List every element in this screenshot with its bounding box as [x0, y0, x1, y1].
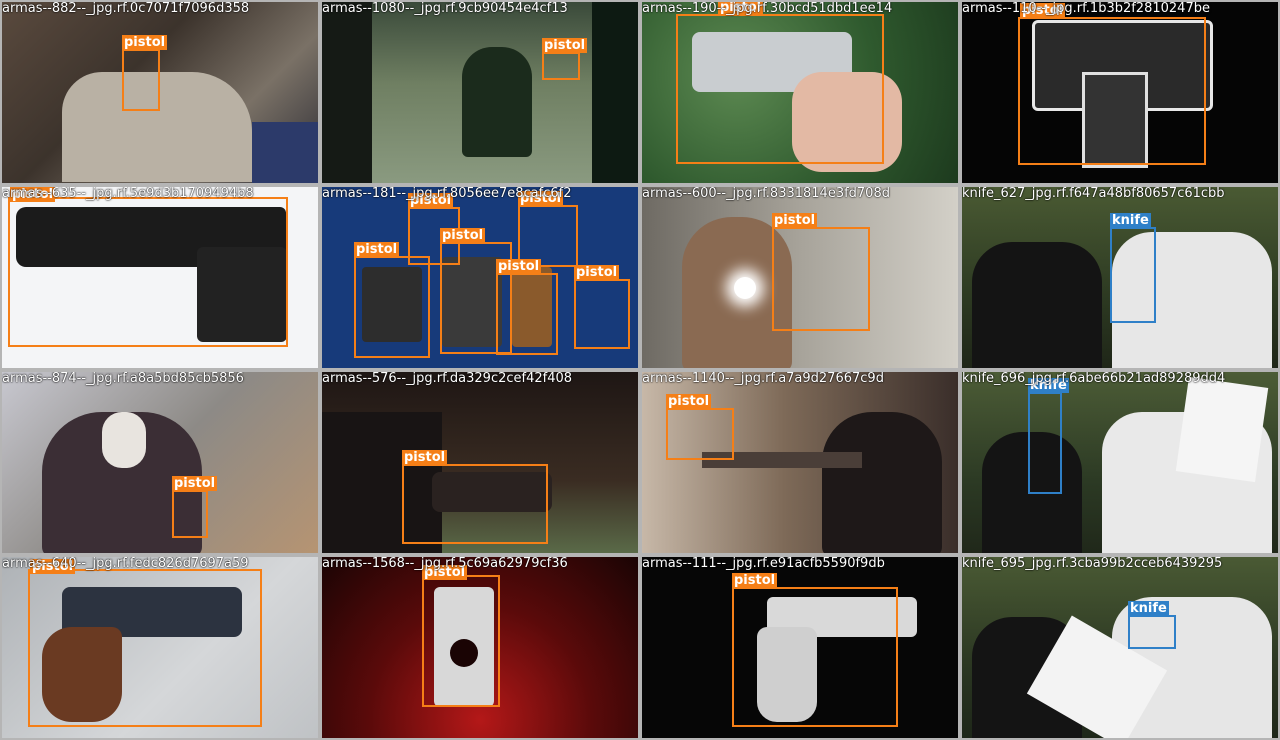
- image-tile[interactable]: pistol armas--882--_jpg.rf.0c7071f7096d3…: [0, 0, 320, 185]
- image-tile[interactable]: pistol armas--1140--_jpg.rf.a7a9d27667c9…: [640, 370, 960, 555]
- filename-caption: armas--110--_jpg.rf.1b3b2f2810247be: [962, 1, 1210, 16]
- detection-label: pistol: [772, 213, 818, 228]
- image-tile[interactable]: knife knife_695_jpg.rf.3cba99b2cceb64392…: [960, 555, 1280, 740]
- photo-detail: [252, 122, 318, 183]
- filename-caption: armas--635--_jpg.rf.5e9d3b1709494b8: [2, 186, 254, 201]
- detection-label: pistol: [542, 38, 588, 53]
- filename-caption: armas--640--_jpg.rf.fedc826d7697a59: [2, 556, 249, 571]
- filename-caption: armas--1080--_jpg.rf.9cb90454e4cf13: [322, 1, 568, 16]
- photo-detail: [822, 412, 942, 553]
- detection-box: pistol: [772, 213, 870, 331]
- photo-detail: [1175, 376, 1269, 483]
- detection-box: pistol: [122, 35, 168, 111]
- detection-box: pistol: [732, 573, 898, 727]
- detection-label: pistol: [402, 450, 448, 465]
- detection-label: pistol: [122, 35, 168, 50]
- detection-label: pistol: [440, 228, 486, 243]
- detection-box: pistol: [354, 242, 430, 358]
- detection-label: pistol: [172, 476, 218, 491]
- detection-label: knife: [1128, 601, 1169, 616]
- detection-label: pistol: [666, 394, 712, 409]
- detection-box: knife: [1110, 213, 1156, 323]
- image-tile[interactable]: pistol armas--190--_jpg.rf.30bcd51dbd1ee…: [640, 0, 960, 185]
- image-tile[interactable]: pistol armas--1080--_jpg.rf.9cb90454e4cf…: [320, 0, 640, 185]
- image-tile[interactable]: pistol armas--600--_jpg.rf.8331814e3fd70…: [640, 185, 960, 370]
- detection-box: pistol: [574, 265, 630, 349]
- filename-caption: armas--1140--_jpg.rf.a7a9d27667c9d: [642, 371, 884, 386]
- photo-detail: [462, 47, 532, 157]
- image-tile[interactable]: pistol armas--635--_jpg.rf.5e9d3b1709494…: [0, 185, 320, 370]
- detection-box: knife: [1128, 601, 1176, 649]
- detection-box: pistol: [8, 187, 288, 347]
- filename-caption: armas--111--_jpg.rf.e91acfb5590f9db: [642, 556, 885, 571]
- detection-label: knife: [1110, 213, 1151, 228]
- detection-box: pistol: [402, 450, 548, 544]
- photo-detail: [592, 2, 638, 183]
- image-tile[interactable]: knife knife_627_jpg.rf.f647a48bf80657c61…: [960, 185, 1280, 370]
- image-tile[interactable]: pistol pistol pistol pistol pistol pisto…: [320, 185, 640, 370]
- photo-detail: [734, 277, 756, 299]
- detection-box: pistol: [1018, 3, 1206, 165]
- detection-box: pistol: [172, 476, 218, 538]
- photo-detail: [102, 412, 146, 468]
- filename-caption: armas--882--_jpg.rf.0c7071f7096d358: [2, 1, 250, 16]
- photo-detail: [972, 242, 1102, 368]
- detection-label: pistol: [574, 265, 620, 280]
- image-tile[interactable]: knife knife_696_jpg.rf.6abe66b21ad89289d…: [960, 370, 1280, 555]
- detection-label: pistol: [732, 573, 778, 588]
- detection-box: pistol: [496, 259, 558, 355]
- detection-label: pistol: [354, 242, 400, 257]
- filename-caption: armas--600--_jpg.rf.8331814e3fd708d: [642, 186, 890, 201]
- image-tile[interactable]: pistol armas--576--_jpg.rf.da329c2cef42f…: [320, 370, 640, 555]
- filename-caption: knife_695_jpg.rf.3cba99b2cceb6439295: [962, 556, 1223, 571]
- photo-detail: [322, 2, 372, 183]
- image-tile[interactable]: pistol armas--1568--_jpg.rf.5c69a62979cf…: [320, 555, 640, 740]
- image-tile[interactable]: pistol armas--110--_jpg.rf.1b3b2f2810247…: [960, 0, 1280, 185]
- detection-box: pistol: [676, 2, 884, 164]
- detection-box: knife: [1028, 378, 1069, 494]
- filename-caption: knife_627_jpg.rf.f647a48bf80657c61cbb: [962, 186, 1225, 201]
- detection-box: pistol: [422, 565, 500, 707]
- image-tile[interactable]: pistol armas--640--_jpg.rf.fedc826d7697a…: [0, 555, 320, 740]
- image-tile[interactable]: pistol armas--111--_jpg.rf.e91acfb5590f9…: [640, 555, 960, 740]
- filename-caption: armas--190--_jpg.rf.30bcd51dbd1ee14: [642, 1, 893, 16]
- image-tile[interactable]: pistol armas--874--_jpg.rf.a8a5bd85cb585…: [0, 370, 320, 555]
- filename-caption: knife_696_jpg.rf.6abe66b21ad89289dd4: [962, 371, 1226, 386]
- filename-caption: armas--181--_jpg.rf.8056ee7e8cafc6f2: [322, 186, 572, 201]
- detection-box: pistol: [518, 191, 578, 267]
- detection-box: pistol: [28, 559, 262, 727]
- detection-box: pistol: [666, 394, 734, 460]
- detection-label: pistol: [496, 259, 542, 274]
- filename-caption: armas--1568--_jpg.rf.5c69a62979cf36: [322, 556, 568, 571]
- filename-caption: armas--874--_jpg.rf.a8a5bd85cb5856: [2, 371, 244, 386]
- detection-box: pistol: [542, 38, 588, 80]
- filename-caption: armas--576--_jpg.rf.da329c2cef42f408: [322, 371, 573, 386]
- detection-mosaic: pistol armas--882--_jpg.rf.0c7071f7096d3…: [0, 0, 1280, 740]
